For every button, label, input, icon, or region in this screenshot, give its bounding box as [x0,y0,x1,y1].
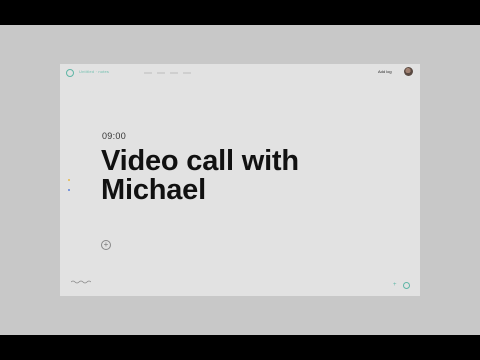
nav-item[interactable] [157,72,165,74]
circle-icon[interactable] [402,281,410,289]
waveform-icon [71,280,91,284]
app-window: Untitled · notes Add log 09:00 Video cal… [60,64,420,296]
nav-item[interactable] [170,72,178,74]
avatar[interactable] [404,67,413,76]
event-title: Video call with Michael [101,145,299,206]
plus-circle-icon[interactable]: + [101,240,111,250]
nav-placeholder [144,70,191,76]
plus-icon[interactable]: + [393,282,397,288]
status-dot-blue [68,189,70,191]
nav-item[interactable] [144,72,152,74]
status-dot-yellow [68,179,70,181]
app-title: Untitled · notes [79,69,110,74]
nav-item[interactable] [183,72,191,74]
app-logo-icon[interactable] [66,69,74,77]
bottom-right-controls: + [393,281,410,289]
video-frame: Untitled · notes Add log 09:00 Video cal… [0,25,480,335]
add-log-button[interactable]: Add log [378,69,392,74]
event-time: 09:00 [102,131,127,141]
top-bar: Untitled · notes Add log [60,64,420,86]
